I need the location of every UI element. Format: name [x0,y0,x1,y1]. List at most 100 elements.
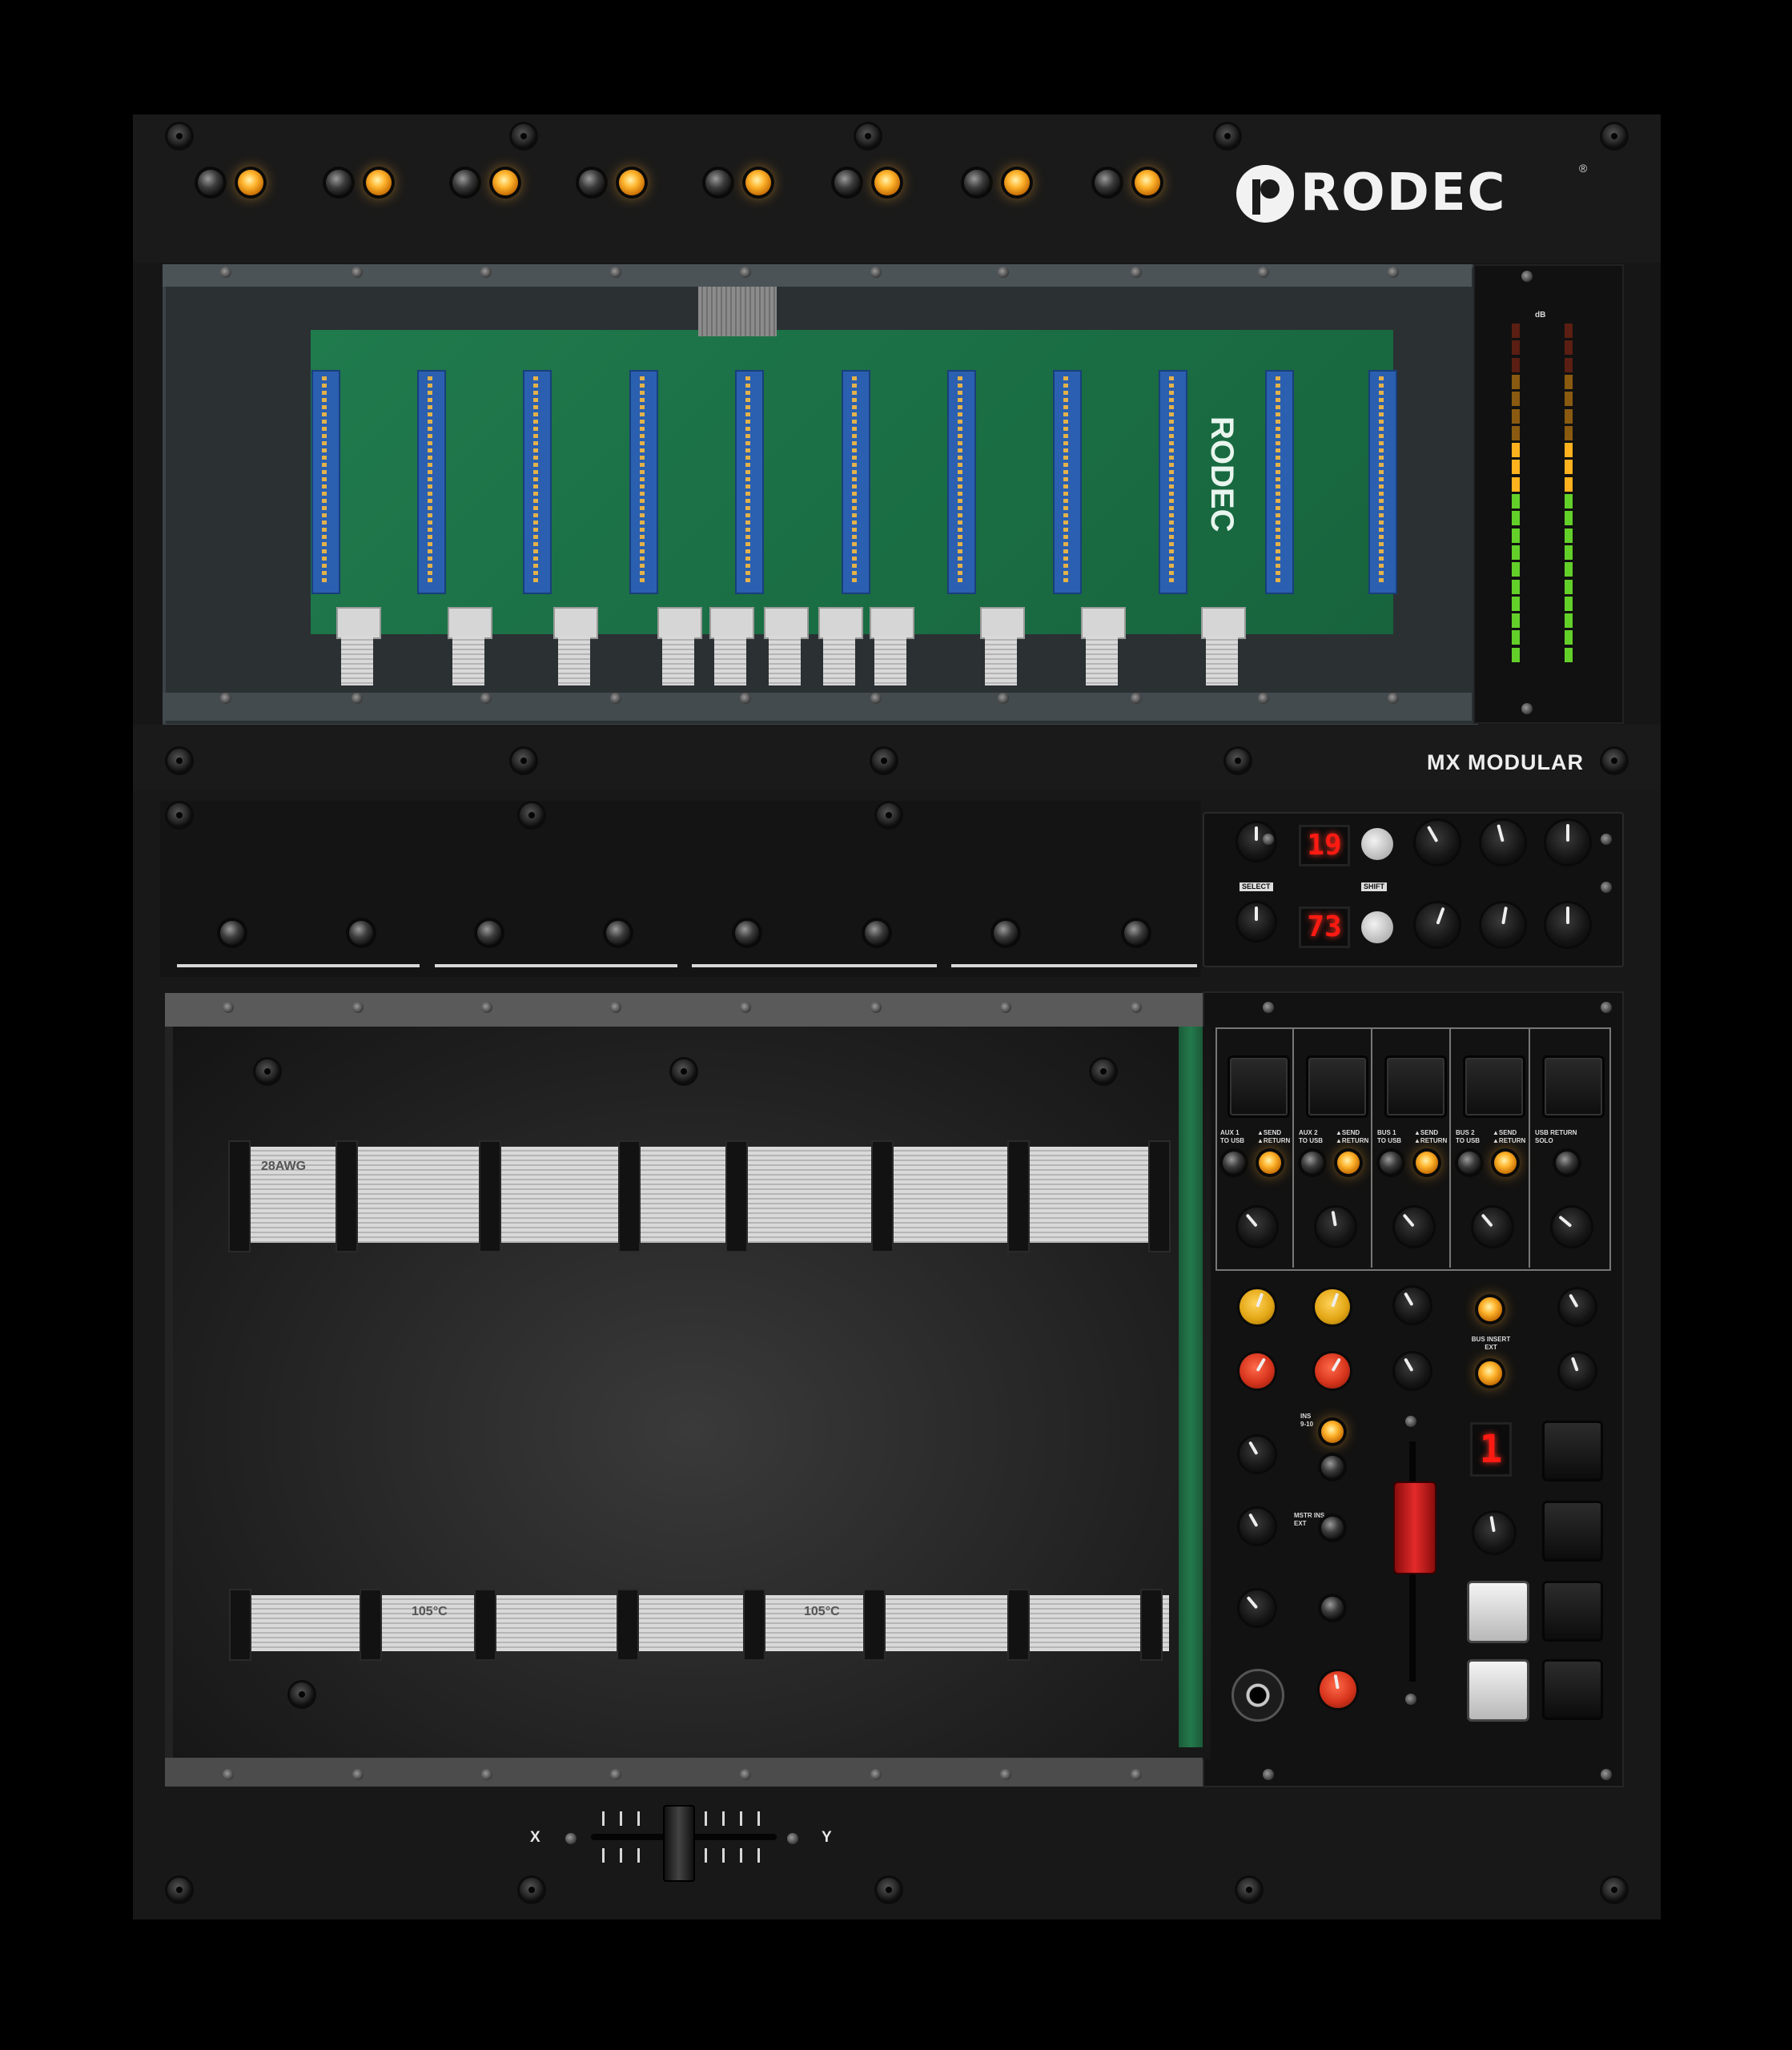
mid-panel-screw [512,749,536,773]
param-knob-top[interactable] [1416,821,1459,864]
headphone-jack[interactable] [1231,1669,1284,1722]
return-level-knob[interactable] [1473,1208,1512,1246]
bank-button-a[interactable] [1542,1421,1603,1481]
usb-led[interactable] [705,170,731,195]
bypass-led[interactable] [492,170,518,195]
mstr-ins-ext-led[interactable] [1321,1517,1344,1539]
shift-button-top[interactable] [1361,828,1393,860]
bypass-led[interactable] [745,170,771,195]
ins-mstr-led[interactable] [1321,1456,1344,1478]
to-usb-led[interactable] [1301,1152,1324,1174]
phones-level-knob[interactable] [1240,1590,1275,1626]
on-button[interactable] [1384,1055,1447,1118]
insert-button[interactable] [735,921,759,945]
ribbon-cable [662,636,694,685]
usb-led[interactable] [964,170,990,195]
on-button[interactable] [1306,1055,1368,1118]
return-level-knob[interactable] [1316,1208,1355,1246]
insert-button[interactable] [1124,921,1148,945]
aux2-send-knob[interactable] [1240,1353,1275,1389]
usb-return-solo-led[interactable] [1556,1152,1578,1174]
param-knob-top[interactable] [1546,821,1589,864]
edge-connector-pins [1276,376,1280,585]
usb-led[interactable] [326,170,352,195]
shift-button-bottom[interactable] [1361,911,1393,943]
ins-910-led[interactable] [1321,1421,1344,1443]
aux1-send-knob[interactable] [1240,1289,1275,1324]
bank-button-c[interactable] [1542,1581,1603,1642]
meter-segment [1512,511,1520,526]
bank-knob[interactable] [1474,1513,1514,1553]
bus2-return-knob[interactable] [1560,1353,1595,1389]
insert-button[interactable] [349,921,373,945]
edge-connector-pins [745,376,750,585]
preview-button[interactable] [1467,1581,1529,1643]
mono-led[interactable] [1321,1597,1344,1619]
bus2-send-knob[interactable] [1395,1353,1430,1389]
bank-button-d[interactable] [1542,1659,1603,1720]
insert-button[interactable] [220,921,244,945]
on-button[interactable] [1227,1055,1290,1118]
send-return-led[interactable] [1494,1152,1517,1174]
insert-button[interactable] [865,921,889,945]
ribbon-header [1201,607,1246,639]
insert-button[interactable] [606,921,630,945]
rodec-wordmark: RODEC [1300,163,1507,223]
bypass-led[interactable] [1135,170,1160,195]
ribbon-cable [874,636,906,685]
to-usb-led[interactable] [1458,1152,1481,1174]
usb-led[interactable] [198,170,223,195]
ribbon-header [764,607,809,639]
bus1-send-knob[interactable] [1395,1288,1430,1323]
send-return-led[interactable] [1259,1152,1281,1174]
aux2-return-knob[interactable] [1315,1353,1350,1389]
bypass-led[interactable] [366,170,392,195]
usb-led[interactable] [452,170,478,195]
lower-rail-screw [223,1002,234,1013]
bottom-panel-screw [1237,1878,1261,1902]
master-fader-cap[interactable] [1393,1481,1436,1574]
link-knob[interactable] [1240,1437,1275,1472]
solo-release-button[interactable] [1467,1659,1529,1722]
insert-button[interactable] [477,921,501,945]
return-level-knob[interactable] [1238,1208,1276,1246]
bypass-led[interactable] [619,170,645,195]
send-return-led[interactable] [1416,1152,1438,1174]
param-knob-bottom[interactable] [1416,903,1459,947]
knob-pointer [1331,1292,1340,1307]
usb-led[interactable] [834,170,860,195]
bus1-return-knob[interactable] [1560,1289,1595,1324]
on-button[interactable] [1542,1055,1605,1118]
param-knob-bottom[interactable] [1481,903,1525,947]
to-usb-led[interactable] [1223,1152,1245,1174]
ribbon-cable [558,636,590,685]
send-return-led[interactable] [1337,1152,1360,1174]
param-knob-bottom[interactable] [1546,903,1589,947]
bypass-led[interactable] [874,170,900,195]
bus-insert-led[interactable] [1478,1297,1502,1321]
rack-inner-screw [1091,1059,1115,1083]
mix-knob[interactable] [1240,1509,1275,1544]
bus-insert-ext-led[interactable] [1478,1361,1502,1385]
return-level-knob[interactable] [1395,1208,1433,1246]
bypass-led[interactable] [1004,170,1030,195]
param-knob-top[interactable] [1481,821,1525,864]
bypass-led[interactable] [238,170,263,195]
aux1-return-knob[interactable] [1315,1289,1350,1324]
ribbon-header [980,607,1025,639]
to-usb-led[interactable] [1380,1152,1402,1174]
usb-led[interactable] [579,170,605,195]
return-level-knob[interactable] [1553,1208,1591,1246]
crossfader-tick [757,1848,760,1863]
on-button[interactable] [1463,1055,1525,1118]
bank-button-b[interactable] [1542,1501,1603,1562]
ribbon-cable [823,636,855,685]
meter-segment [1512,596,1520,611]
crossfader-tick [705,1811,707,1826]
insert-button[interactable] [994,921,1018,945]
knob-pointer [1248,1512,1259,1527]
crossfader-cap[interactable] [663,1805,695,1882]
select-knob-bottom[interactable] [1238,903,1275,940]
usb-led[interactable] [1095,170,1120,195]
monitor-knob[interactable] [1320,1671,1356,1708]
